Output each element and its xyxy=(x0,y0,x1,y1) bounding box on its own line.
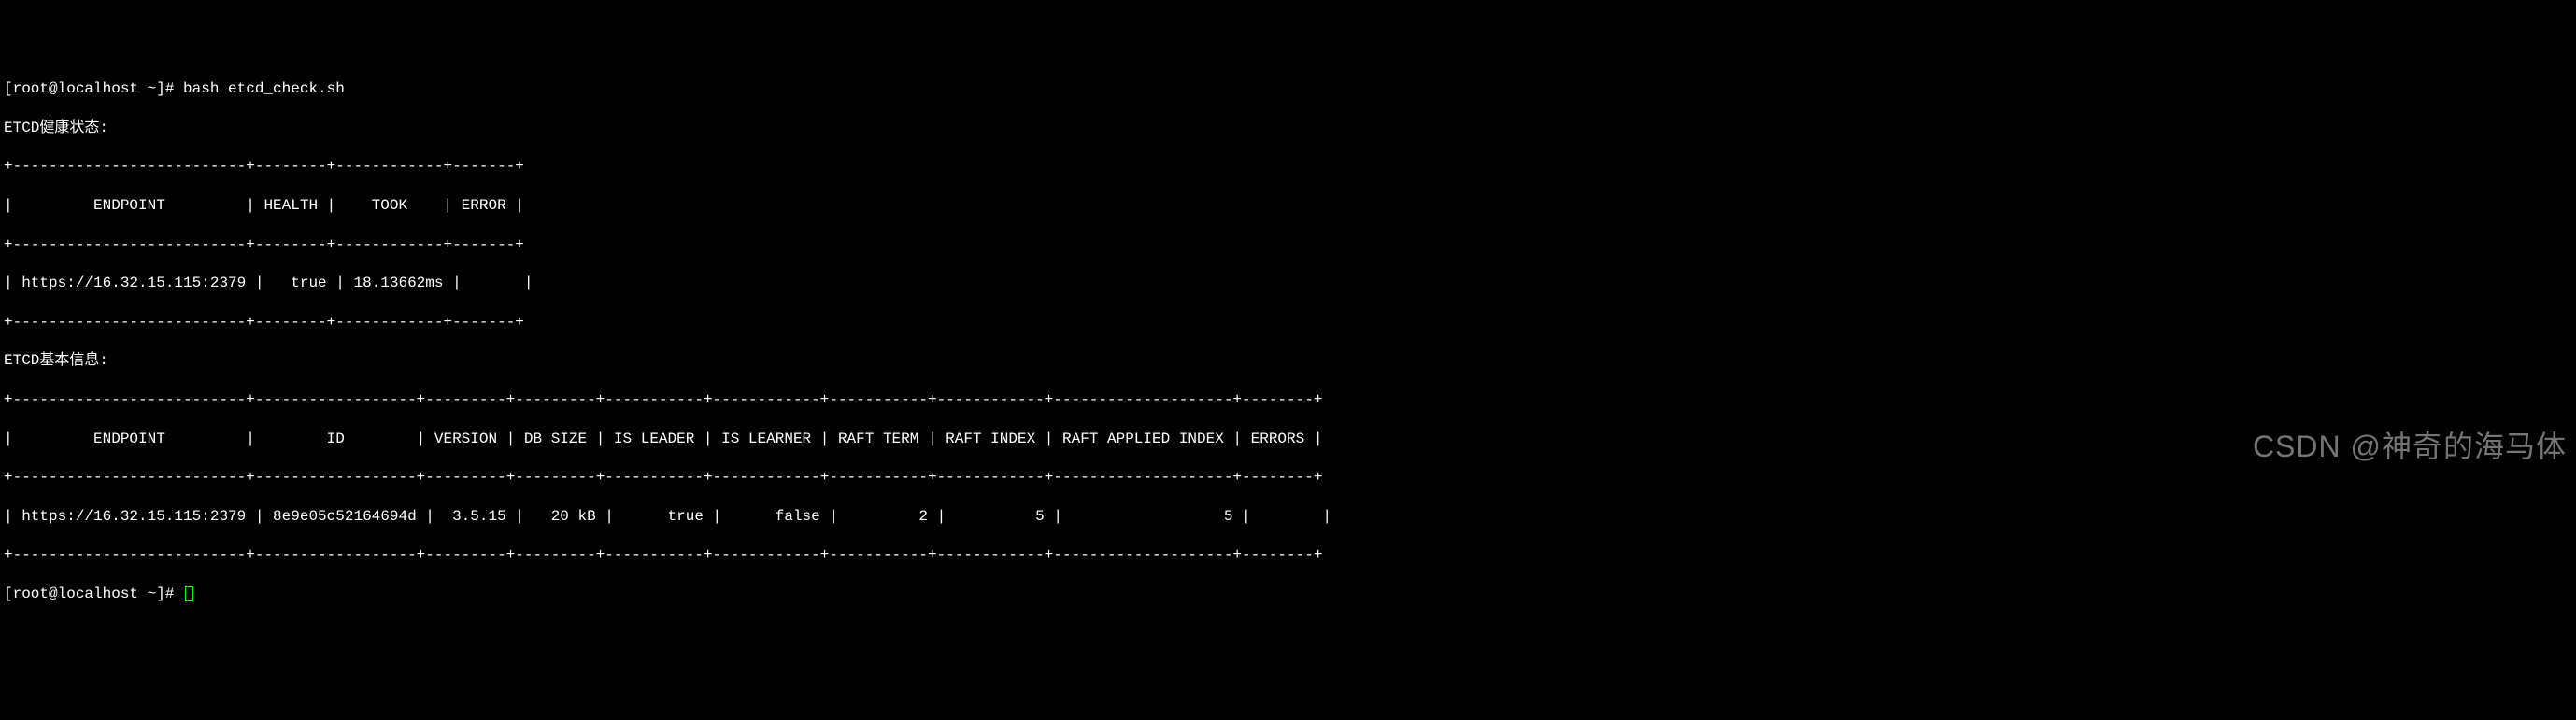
info-heading: ETCD基本信息: xyxy=(4,351,2572,371)
health-table-row: | https://16.32.15.115:2379 | true | 18.… xyxy=(4,274,2572,293)
shell-prompt-line-1: [root@localhost ~]# bash etcd_check.sh xyxy=(4,79,2572,99)
info-table-row: | https://16.32.15.115:2379 | 8e9e05c521… xyxy=(4,507,2572,527)
shell-prompt-line-2[interactable]: [root@localhost ~]# xyxy=(4,586,183,602)
watermark-text: CSDN @神奇的海马体 xyxy=(2253,428,2567,467)
terminal-cursor[interactable] xyxy=(185,586,193,601)
info-table-header: | ENDPOINT | ID | VERSION | DB SIZE | IS… xyxy=(4,430,2572,449)
health-table-border-mid: +--------------------------+--------+---… xyxy=(4,235,2572,255)
info-table-border-mid: +--------------------------+------------… xyxy=(4,468,2572,487)
health-heading: ETCD健康状态: xyxy=(4,119,2572,138)
info-table-border-bot: +--------------------------+------------… xyxy=(4,545,2572,565)
health-table-header: | ENDPOINT | HEALTH | TOOK | ERROR | xyxy=(4,196,2572,216)
info-table-border-top: +--------------------------+------------… xyxy=(4,390,2572,410)
health-table-border-top: +--------------------------+--------+---… xyxy=(4,157,2572,176)
health-table-border-bot: +--------------------------+--------+---… xyxy=(4,313,2572,332)
